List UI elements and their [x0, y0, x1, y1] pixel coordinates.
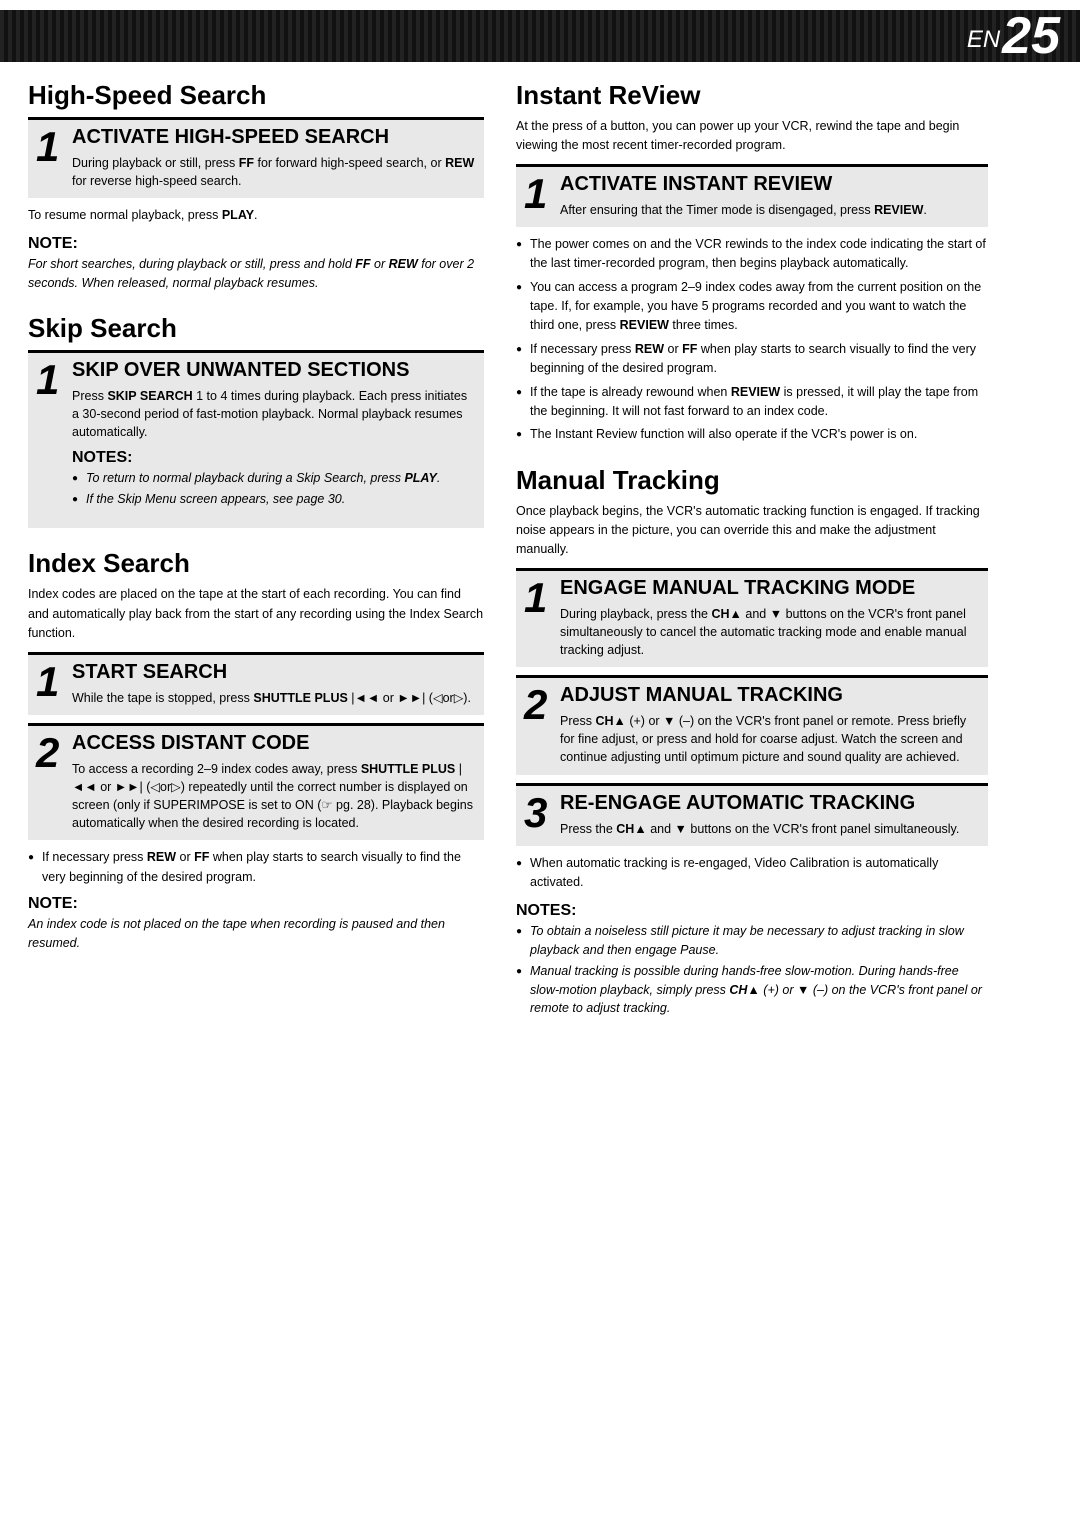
skip-step1-header: SKIP OVER UNWANTED SECTIONS [72, 359, 476, 382]
manual-step2: 2 ADJUST MANUAL TRACKING Press CH▲ (+) o… [516, 675, 988, 774]
step1-content: ACTIVATE HIGH-SPEED SEARCH During playba… [72, 126, 476, 190]
note-body: For short searches, during playback or s… [28, 255, 484, 293]
manual-step1-body: During playback, press the CH▲ and ▼ but… [560, 605, 980, 659]
manual-tracking-section: Manual Tracking Once playback begins, th… [516, 465, 988, 1019]
manual-step2-body: Press CH▲ (+) or ▼ (–) on the VCR's fron… [560, 712, 980, 766]
note-section: NOTE: For short searches, during playbac… [28, 235, 484, 293]
instant-bullet-item: If the tape is already rewound when REVI… [516, 383, 988, 422]
high-speed-search-section: High-Speed Search 1 ACTIVATE HIGH-SPEED … [28, 80, 484, 293]
index-note-body: An index code is not placed on the tape … [28, 915, 484, 953]
index-step1-body: While the tape is stopped, press SHUTTLE… [72, 689, 476, 707]
manual-step-num-2: 2 [524, 684, 552, 726]
instant-step-num-1: 1 [524, 173, 552, 215]
instant-bullet-list: The power comes on and the VCR rewinds t… [516, 235, 988, 445]
skip-note-item: To return to normal playback during a Sk… [72, 469, 476, 488]
instant-step1-content: ACTIVATE INSTANT REVIEW After ensuring t… [560, 173, 980, 219]
step-number-1: 1 [36, 126, 64, 168]
page-wrapper: EN 25 High-Speed Search 1 ACTIVATE HIGH-… [0, 0, 1080, 1526]
index-search-section: Index Search Index codes are placed on t… [28, 548, 484, 952]
index-step2-body: To access a recording 2–9 index codes aw… [72, 760, 476, 833]
right-column: Instant ReView At the press of a button,… [508, 80, 988, 1038]
instant-step1-header: ACTIVATE INSTANT REVIEW [560, 173, 980, 196]
step1-body: During playback or still, press FF for f… [72, 154, 476, 190]
index-bullet-item: If necessary press REW or FF when play s… [28, 848, 484, 887]
manual-step2-header: ADJUST MANUAL TRACKING [560, 684, 980, 707]
instant-step1: 1 ACTIVATE INSTANT REVIEW After ensuring… [516, 164, 988, 227]
skip-search-title: Skip Search [28, 313, 484, 344]
index-step-num-2: 2 [36, 732, 64, 774]
instant-review-intro: At the press of a button, you can power … [516, 117, 988, 156]
en-label: EN [967, 26, 1000, 62]
manual-step1-header: ENGAGE MANUAL TRACKING MODE [560, 577, 980, 600]
index-step2-header: ACCESS DISTANT CODE [72, 732, 476, 755]
left-column: High-Speed Search 1 ACTIVATE HIGH-SPEED … [28, 80, 508, 1038]
resume-text: To resume normal playback, press PLAY. [28, 206, 484, 225]
instant-bullet-item: The Instant Review function will also op… [516, 425, 988, 444]
skip-step1: 1 SKIP OVER UNWANTED SECTIONS Press SKIP… [28, 350, 484, 529]
note-title: NOTE: [28, 235, 484, 253]
manual-tracking-intro: Once playback begins, the VCR's automati… [516, 502, 988, 560]
manual-note-item: To obtain a noiseless still picture it m… [516, 922, 988, 960]
skip-step1-body: Press SKIP SEARCH 1 to 4 times during pl… [72, 387, 476, 441]
step1-header: ACTIVATE HIGH-SPEED SEARCH [72, 126, 476, 149]
index-bullet-list: If necessary press REW or FF when play s… [28, 848, 484, 887]
columns: High-Speed Search 1 ACTIVATE HIGH-SPEED … [0, 80, 1080, 1038]
manual-step1: 1 ENGAGE MANUAL TRACKING MODE During pla… [516, 568, 988, 667]
skip-note-item: If the Skip Menu screen appears, see pag… [72, 490, 476, 509]
manual-notes-list: To obtain a noiseless still picture it m… [516, 922, 988, 1018]
manual-step3-body: Press the CH▲ and ▼ buttons on the VCR's… [560, 820, 980, 838]
instant-bullet-item: If necessary press REW or FF when play s… [516, 340, 988, 379]
manual-bullet-item: When automatic tracking is re-engaged, V… [516, 854, 988, 893]
instant-step1-body: After ensuring that the Timer mode is di… [560, 201, 980, 219]
instant-review-title: Instant ReView [516, 80, 988, 111]
page-number: 25 [1002, 10, 1060, 62]
manual-tracking-title: Manual Tracking [516, 465, 988, 496]
index-step2: 2 ACCESS DISTANT CODE To access a record… [28, 723, 484, 841]
skip-step-number-1: 1 [36, 359, 64, 401]
index-search-title: Index Search [28, 548, 484, 579]
index-step-num-1: 1 [36, 661, 64, 703]
manual-step-num-1: 1 [524, 577, 552, 619]
instant-bullet-item: You can access a program 2–9 index codes… [516, 278, 988, 336]
high-speed-step1: 1 ACTIVATE HIGH-SPEED SEARCH During play… [28, 117, 484, 198]
index-note-title: NOTE: [28, 895, 484, 913]
skip-notes-title: NOTES: [72, 449, 476, 467]
skip-search-section: Skip Search 1 SKIP OVER UNWANTED SECTION… [28, 313, 484, 529]
manual-notes: NOTES: To obtain a noiseless still pictu… [516, 902, 988, 1018]
manual-note-item: Manual tracking is possible during hands… [516, 962, 988, 1018]
manual-step1-content: ENGAGE MANUAL TRACKING MODE During playb… [560, 577, 980, 659]
index-intro: Index codes are placed on the tape at th… [28, 585, 484, 643]
manual-step3-header: RE-ENGAGE AUTOMATIC TRACKING [560, 792, 980, 815]
manual-step3-content: RE-ENGAGE AUTOMATIC TRACKING Press the C… [560, 792, 980, 838]
high-speed-search-title: High-Speed Search [28, 80, 484, 111]
index-note: NOTE: An index code is not placed on the… [28, 895, 484, 953]
manual-notes-title: NOTES: [516, 902, 988, 920]
instant-bullet-item: The power comes on and the VCR rewinds t… [516, 235, 988, 274]
top-bar: EN 25 [0, 10, 1080, 62]
index-step1-content: START SEARCH While the tape is stopped, … [72, 661, 476, 707]
index-step2-content: ACCESS DISTANT CODE To access a recordin… [72, 732, 476, 833]
index-step1-header: START SEARCH [72, 661, 476, 684]
manual-bullet-list: When automatic tracking is re-engaged, V… [516, 854, 988, 893]
manual-step2-content: ADJUST MANUAL TRACKING Press CH▲ (+) or … [560, 684, 980, 766]
skip-notes-list: To return to normal playback during a Sk… [72, 469, 476, 509]
skip-step1-content: SKIP OVER UNWANTED SECTIONS Press SKIP S… [72, 359, 476, 521]
manual-step3: 3 RE-ENGAGE AUTOMATIC TRACKING Press the… [516, 783, 988, 846]
instant-review-section: Instant ReView At the press of a button,… [516, 80, 988, 445]
manual-step-num-3: 3 [524, 792, 552, 834]
skip-notes: NOTES: To return to normal playback duri… [72, 449, 476, 509]
index-step1: 1 START SEARCH While the tape is stopped… [28, 652, 484, 715]
